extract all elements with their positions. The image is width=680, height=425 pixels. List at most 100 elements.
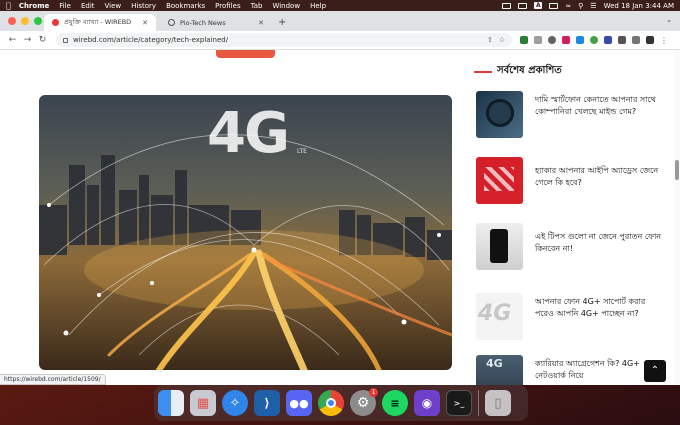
menubar-clock[interactable]: Wed 18 Jan 3:44 AM xyxy=(604,2,674,10)
battery-icon[interactable] xyxy=(549,2,559,9)
screen-icon[interactable] xyxy=(502,2,512,9)
address-text: wirebd.com/article/category/tech-explain… xyxy=(73,36,229,44)
lock-icon[interactable] xyxy=(63,37,68,43)
latest-post-item[interactable]: 4G ক্যারিয়ার অ্যাগ্রেগেশন কি? 4G+ নেটওয… xyxy=(476,355,666,385)
forward-button[interactable]: → xyxy=(20,35,35,45)
tab-search-chevron-icon[interactable]: ⌄ xyxy=(666,16,672,24)
extension-icon[interactable] xyxy=(576,36,584,44)
address-bar[interactable]: wirebd.com/article/category/tech-explain… xyxy=(56,33,512,47)
github-desktop-icon[interactable]: ◉ xyxy=(414,390,440,416)
post-title-link[interactable]: হ্যাকার আপনার আইপি অ্যাড্রেস জেনে গেলে ক… xyxy=(535,157,666,204)
finder-icon[interactable] xyxy=(158,390,184,416)
menu-view[interactable]: View xyxy=(105,2,122,10)
share-icon[interactable]: ⇧ xyxy=(487,36,493,44)
menu-edit[interactable]: Edit xyxy=(81,2,95,10)
extension-icon[interactable] xyxy=(548,36,556,44)
trash-icon[interactable]: ▯ xyxy=(485,390,511,416)
thumbnail-4g-text: 4G xyxy=(478,301,512,326)
wifi-icon[interactable]: ≈ xyxy=(565,2,571,10)
tab-bar: প্রযুক্তি ব্যাখ্যা - WIREBD ✕ Pio-Tech N… xyxy=(0,11,680,31)
menu-window[interactable]: Window xyxy=(272,2,300,10)
system-preferences-icon[interactable]: ⚙ 1 xyxy=(350,388,378,416)
hero-lte-text: LTE xyxy=(297,148,307,155)
close-tab-icon[interactable]: ✕ xyxy=(142,19,148,27)
post-thumbnail[interactable] xyxy=(476,157,523,204)
profile-avatar[interactable] xyxy=(646,36,654,44)
latest-post-item[interactable]: 4G আপনার ফোন 4G+ সাপোর্ট করার পরেও আপনি … xyxy=(476,293,666,340)
extensions-area: ⋮ xyxy=(520,36,668,45)
spotify-icon[interactable]: ≡ xyxy=(382,390,408,416)
extension-icon[interactable] xyxy=(534,36,542,44)
search-icon[interactable]: ⚲ xyxy=(578,2,583,10)
vscode-icon[interactable]: ⟩ xyxy=(254,390,280,416)
trash-can-icon: ▯ xyxy=(494,395,502,411)
sidebar-toggle-icon[interactable] xyxy=(632,36,640,44)
menu-profiles[interactable]: Profiles xyxy=(215,2,240,10)
safari-icon[interactable]: ✧ xyxy=(222,390,248,416)
bookmark-star-icon[interactable]: ☆ xyxy=(499,36,505,44)
apple-icon[interactable]:  xyxy=(6,1,11,10)
scrollbar-thumb[interactable] xyxy=(675,160,679,180)
extension-icon[interactable] xyxy=(562,36,570,44)
chrome-icon[interactable] xyxy=(318,390,344,416)
zoom-window-button[interactable] xyxy=(34,17,42,25)
back-button[interactable]: ← xyxy=(5,35,20,45)
post-thumbnail[interactable] xyxy=(476,91,523,138)
reload-button[interactable]: ↻ xyxy=(35,35,50,45)
latest-post-item[interactable]: দামি স্মার্টফোন কেনাতে আপনার সাথে কোম্পা… xyxy=(476,91,666,138)
tab-title: Pio-Tech News xyxy=(180,18,226,27)
dock-separator xyxy=(478,390,479,416)
hero-image[interactable]: 4G LTE xyxy=(39,95,452,370)
extension-icon[interactable] xyxy=(590,36,598,44)
latest-post-item[interactable]: এই টিপস গুলো না জেনে পুরাতন ফোন কিনবেন ন… xyxy=(476,223,666,270)
terminal-icon[interactable]: >_ xyxy=(446,390,472,416)
tab-pio-tech[interactable]: Pio-Tech News ✕ xyxy=(160,14,272,31)
scroll-to-top-button[interactable]: ⌃ xyxy=(644,360,666,382)
control-center-icon[interactable]: ☰ xyxy=(590,2,596,10)
new-tab-button[interactable]: + xyxy=(278,14,286,31)
discord-logo-icon: ●● xyxy=(289,396,309,410)
chrome-center-icon xyxy=(326,398,336,408)
grid-icon: ▦ xyxy=(196,395,210,411)
notification-badge: 1 xyxy=(369,388,378,397)
menu-bookmarks[interactable]: Bookmarks xyxy=(166,2,205,10)
window-controls xyxy=(8,17,42,25)
post-thumbnail[interactable]: 4G xyxy=(476,355,523,385)
hero-4g-text: 4G xyxy=(207,101,290,166)
link-status-bar: https://wirebd.com/article/1509/ xyxy=(0,374,106,385)
menu-history[interactable]: History xyxy=(131,2,156,10)
extension-icon[interactable] xyxy=(604,36,612,44)
post-thumbnail[interactable] xyxy=(476,223,523,270)
more-menu-icon[interactable]: ⋮ xyxy=(660,36,668,45)
menu-tab[interactable]: Tab xyxy=(251,2,263,10)
menu-app-chrome[interactable]: Chrome xyxy=(19,2,49,10)
globe-icon xyxy=(168,19,175,26)
post-title-link[interactable]: দামি স্মার্টফোন কেনাতে আপনার সাথে কোম্পা… xyxy=(535,91,666,138)
display-icon[interactable] xyxy=(518,2,528,9)
tab-wirebd[interactable]: প্রযুক্তি ব্যাখ্যা - WIREBD ✕ xyxy=(44,14,156,31)
browser-window: প্রযুক্তি ব্যাখ্যা - WIREBD ✕ Pio-Tech N… xyxy=(0,11,680,385)
post-thumbnail[interactable]: 4G xyxy=(476,293,523,340)
menu-file[interactable]: File xyxy=(59,2,71,10)
gear-icon: ⚙ xyxy=(356,395,370,411)
close-window-button[interactable] xyxy=(8,17,16,25)
input-source-icon[interactable]: A xyxy=(534,2,543,9)
discord-icon[interactable]: ●● xyxy=(286,390,312,416)
puzzle-icon[interactable] xyxy=(618,36,626,44)
close-tab-icon[interactable]: ✕ xyxy=(258,19,264,27)
dock: ▦ ✧ ⟩ ●● ⚙ 1 ≡ ◉ >_ ▯ xyxy=(154,385,528,421)
vscode-logo-icon: ⟩ xyxy=(264,396,270,410)
post-title-link[interactable]: এই টিপস গুলো না জেনে পুরাতন ফোন কিনবেন ন… xyxy=(535,223,666,270)
compass-icon: ✧ xyxy=(229,395,241,411)
menu-bar:  Chrome File Edit View History Bookmark… xyxy=(0,0,680,11)
post-title-link[interactable]: আপনার ফোন 4G+ সাপোর্ট করার পরেও আপনি 4G+… xyxy=(535,293,666,340)
menu-help[interactable]: Help xyxy=(310,2,326,10)
extension-icon[interactable] xyxy=(520,36,528,44)
launchpad-icon[interactable]: ▦ xyxy=(190,390,216,416)
page-scrollbar[interactable] xyxy=(674,50,680,385)
latest-post-item[interactable]: হ্যাকার আপনার আইপি অ্যাড্রেস জেনে গেলে ক… xyxy=(476,157,666,204)
red-accent-bar xyxy=(216,50,275,58)
minimize-window-button[interactable] xyxy=(21,17,29,25)
spotify-waves-icon: ≡ xyxy=(390,396,400,410)
latest-posts-heading-text: সর্বশেষ প্রকাশিত xyxy=(497,65,562,76)
